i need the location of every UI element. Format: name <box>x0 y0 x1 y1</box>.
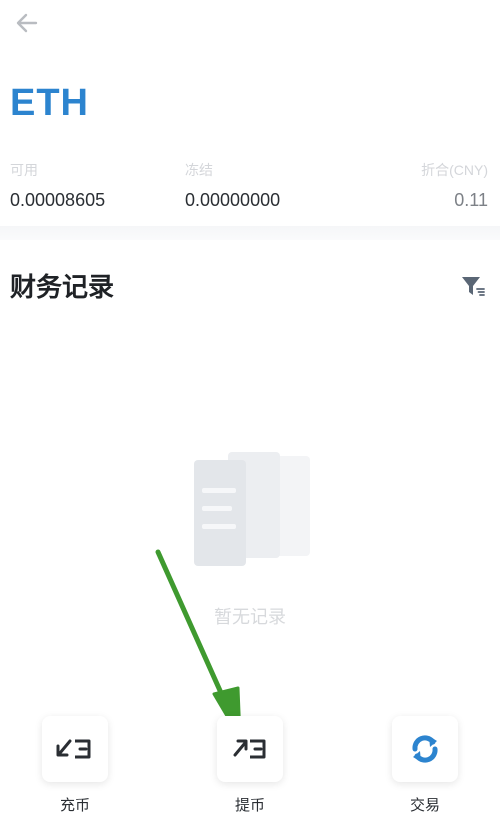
available-value: 0.00008605 <box>10 190 106 210</box>
trade-icon-box[interactable] <box>392 716 458 782</box>
available-balance: 可用 0.00008605 <box>10 160 105 211</box>
section-divider <box>0 226 500 240</box>
cny-value: 0.11 <box>454 190 488 210</box>
filter-button[interactable] <box>460 274 486 300</box>
empty-document-icon <box>194 452 310 566</box>
available-label: 可用 <box>10 162 38 178</box>
asset-detail-page: ETH 可用 0.00008605 冻结 0.00000000 折合(CNY) … <box>0 0 500 825</box>
trade-label[interactable]: 交易 <box>385 794 465 815</box>
filter-icon <box>462 277 485 296</box>
frozen-label: 冻结 <box>185 162 213 178</box>
asset-title: ETH <box>10 82 89 124</box>
records-title: 财务记录 <box>10 272 115 302</box>
cny-label: 折合(CNY) <box>421 162 488 178</box>
back-button[interactable] <box>12 8 42 38</box>
exchange-icon <box>412 735 438 763</box>
frozen-value: 0.00000000 <box>185 190 281 210</box>
withdraw-label[interactable]: 提币 <box>210 794 290 815</box>
cny-balance: 折合(CNY) 0.11 <box>421 160 488 211</box>
frozen-balance: 冻结 0.00000000 <box>185 160 280 211</box>
deposit-label[interactable]: 充币 <box>35 794 115 815</box>
withdraw-icon-box[interactable] <box>217 716 283 782</box>
empty-records-illustration <box>180 448 320 578</box>
withdraw-icon <box>233 739 266 759</box>
deposit-icon-box[interactable] <box>42 716 108 782</box>
deposit-icon <box>56 739 91 759</box>
arrow-left-icon <box>16 13 38 33</box>
withdraw-button[interactable]: 提币 <box>210 716 290 815</box>
empty-records-text: 暂无记录 <box>214 607 286 627</box>
trade-button[interactable]: 交易 <box>385 716 465 815</box>
deposit-button[interactable]: 充币 <box>35 716 115 815</box>
